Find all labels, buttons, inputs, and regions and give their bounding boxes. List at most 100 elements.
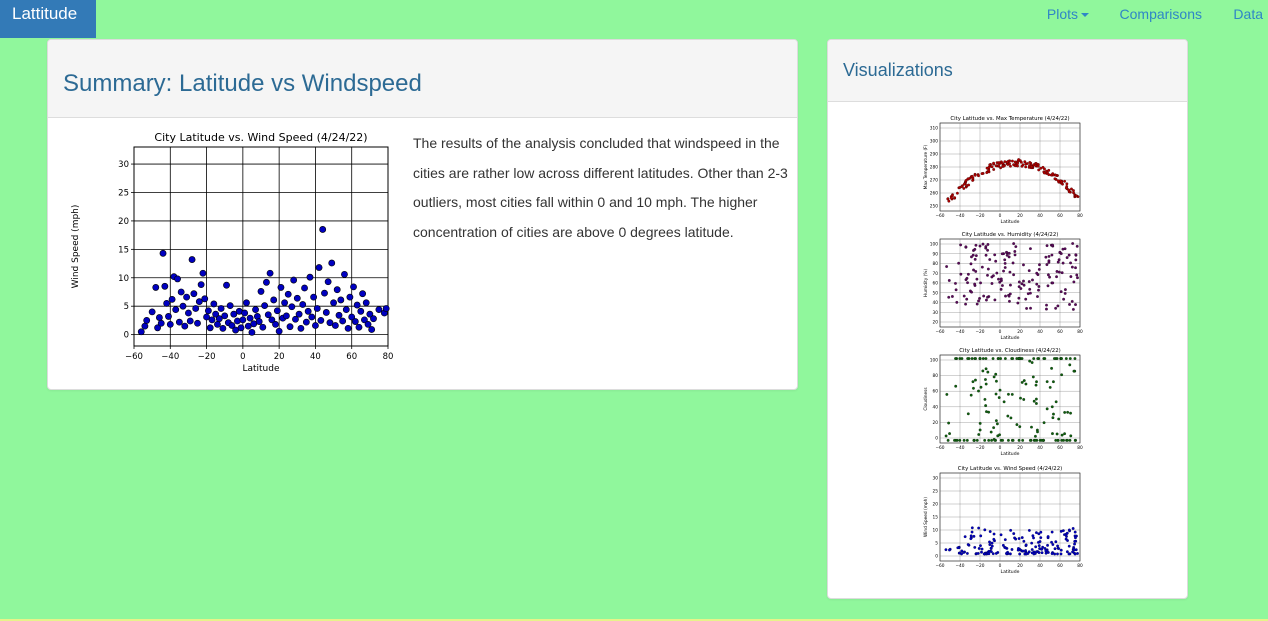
thumbnail-title: City Latitude vs. Humidity (4/24/22)	[962, 232, 1059, 238]
thumbnail-y-axis-label: Cloudiness	[923, 387, 929, 411]
thumbnail-data-point	[1030, 541, 1034, 545]
thumbnail-data-point	[1038, 547, 1042, 550]
thumbnail-data-point	[1034, 383, 1038, 387]
thumbnail-data-point	[1043, 167, 1046, 171]
thumbnail-wind-speed[interactable]: City Latitude vs. Wind Speed (4/24/22) −6…	[922, 464, 1090, 582]
thumbnail-data-point	[1003, 160, 1007, 164]
thumbnail-data-point	[966, 272, 970, 276]
thumbnail-data-point	[1074, 253, 1078, 257]
thumbnail-data-point	[1011, 159, 1014, 163]
thumbnail-data-point	[945, 393, 949, 396]
thumbnail-data-point	[1074, 258, 1078, 262]
thumbnail-data-point	[1022, 263, 1025, 267]
data-point	[328, 259, 336, 267]
thumbnail-humidity[interactable]: City Latitude vs. Humidity (4/24/22) −60 −…	[922, 230, 1090, 348]
summary-panel: Summary: Latitude vs Windspeed City Lati…	[47, 39, 798, 390]
thumbnail-data-point	[1037, 532, 1041, 536]
navbar-brand[interactable]: Lattitude	[0, 0, 96, 38]
thumbnail-data-point	[1072, 280, 1076, 284]
thumbnail-data-point	[1021, 163, 1025, 167]
thumbnail-y-tick-label: 0	[935, 436, 938, 442]
data-point	[141, 322, 149, 330]
thumbnail-data-point	[965, 184, 969, 187]
thumbnail-data-point	[1032, 357, 1036, 360]
thumbnail-y-tick-label: 60	[933, 389, 939, 395]
thumbnail-data-point	[1073, 539, 1077, 543]
data-point	[246, 314, 254, 322]
thumbnail-data-point	[992, 537, 996, 541]
thumbnail-data-point	[1008, 270, 1012, 274]
thumbnail-data-point	[977, 389, 980, 393]
thumbnail-data-point	[1059, 548, 1063, 552]
thumbnail-data-point	[1047, 254, 1051, 258]
thumbnail-data-point	[1053, 552, 1057, 556]
thumbnail-data-point	[969, 262, 973, 266]
thumbnail-data-point	[1063, 411, 1067, 414]
thumbnail-data-point	[974, 357, 977, 360]
data-point	[319, 226, 327, 233]
thumbnail-data-point	[1007, 392, 1010, 396]
thumbnail-x-tick-label: 20	[1017, 563, 1023, 569]
thumbnail-x-axis-label: Latitude	[1001, 451, 1020, 457]
thumbnail-data-point	[993, 298, 997, 302]
thumbnail-data-point	[990, 438, 993, 442]
data-point	[270, 296, 278, 304]
thumbnail-data-point	[1017, 280, 1021, 284]
thumbnail-data-point	[974, 270, 978, 273]
thumbnail-title: City Latitude vs. Cloudiness (4/24/22)	[959, 348, 1061, 354]
data-point	[204, 307, 212, 315]
thumbnail-data-point	[1029, 306, 1032, 310]
nav-data[interactable]: Data	[1233, 6, 1263, 22]
thumbnail-x-tick-label: −20	[975, 329, 984, 335]
data-point	[223, 281, 230, 289]
thumbnail-data-point	[992, 161, 995, 165]
thumbnail-data-point	[1004, 294, 1007, 298]
thumbnail-data-point	[1044, 549, 1048, 553]
thumbnail-data-point	[1012, 242, 1016, 246]
data-point	[210, 300, 218, 308]
data-point	[275, 327, 283, 335]
thumbnail-data-point	[1073, 552, 1077, 556]
thumbnail-data-point	[992, 426, 996, 430]
thumbnail-data-point	[1074, 536, 1077, 540]
thumbnail-x-tick-label: −40	[955, 563, 964, 569]
thumbnail-data-point	[987, 169, 991, 173]
thumbnail-data-point	[1016, 301, 1020, 305]
thumbnail-y-tick-label: 25	[933, 489, 939, 495]
thumbnail-data-point	[1020, 380, 1024, 384]
data-point	[282, 312, 290, 320]
thumbnail-data-point	[1017, 285, 1021, 289]
thumbnail-data-point	[971, 178, 975, 182]
nav-comparisons[interactable]: Comparisons	[1120, 6, 1202, 22]
thumbnail-data-point	[986, 295, 989, 299]
thumbnail-title: City Latitude vs. Max Temperature (4/24/…	[950, 116, 1069, 122]
thumbnail-data-point	[1065, 531, 1069, 535]
thumbnail-data-point	[1036, 295, 1039, 298]
thumbnail-data-point	[1035, 531, 1038, 535]
thumbnail-data-point	[989, 546, 993, 550]
thumbnail-data-point	[1031, 278, 1034, 282]
thumbnail-data-point	[975, 277, 979, 281]
thumbnail-data-point	[1028, 160, 1032, 164]
thumbnail-data-point	[947, 279, 951, 282]
thumbnail-y-tick-label: 100	[930, 242, 938, 248]
thumbnail-data-point	[972, 386, 975, 390]
thumbnail-data-point	[1051, 416, 1055, 420]
visualizations-title: Visualizations	[828, 40, 1187, 102]
thumbnail-data-point	[1071, 242, 1075, 245]
thumbnail-x-tick-label: 60	[1057, 213, 1063, 219]
thumbnail-max-temperature[interactable]: City Latitude vs. Max Temperature (4/24/…	[922, 114, 1090, 232]
y-tick-label: 10	[118, 274, 129, 284]
thumbnail-data-point	[1011, 357, 1015, 360]
nav-plots-dropdown[interactable]: Plots	[1047, 6, 1089, 22]
thumbnail-data-point	[1074, 303, 1077, 306]
thumbnail-data-point	[965, 438, 969, 442]
x-tick-label: −60	[125, 352, 143, 362]
thumbnail-data-point	[947, 199, 951, 203]
thumbnail-data-point	[1035, 550, 1038, 554]
thumbnail-cloudiness[interactable]: City Latitude vs. Cloudiness (4/24/22) −6…	[922, 346, 1090, 464]
thumbnail-data-point	[1048, 385, 1052, 389]
data-point	[317, 317, 325, 324]
thumbnail-data-point	[1045, 380, 1049, 384]
thumbnail-data-point	[946, 438, 950, 442]
